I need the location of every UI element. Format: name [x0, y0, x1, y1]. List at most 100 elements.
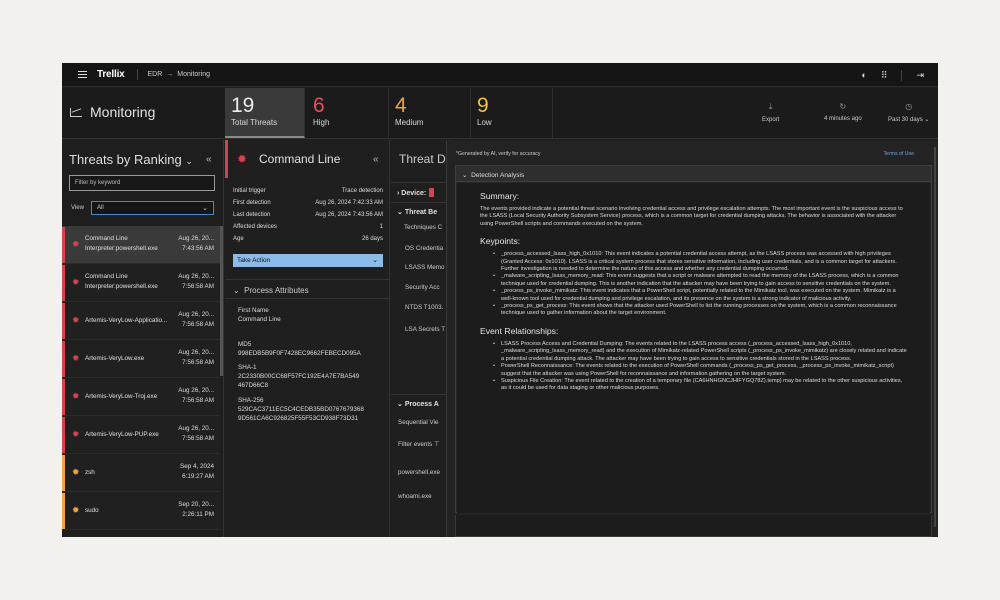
technique-item[interactable]: NTDS T1003. — [405, 304, 443, 311]
brand-logo: Trellix — [97, 69, 125, 80]
collapse-icon[interactable]: « — [373, 154, 379, 165]
threat-name-line: Command Line — [85, 273, 128, 280]
keypoint-item: _process_ps_invoke_mimikatz: This event … — [493, 288, 908, 303]
threats-panel-title[interactable]: Threats by Ranking ⌄ — [69, 152, 193, 167]
threat-row[interactable]: ✹ Command Line Interpreter:powershell.exe… — [62, 264, 220, 302]
refresh-icon: ↻ — [839, 102, 847, 111]
threat-name: Command Line Interpreter:powershell.exe — [85, 272, 175, 292]
keypoints-heading: Keypoints: — [480, 236, 521, 247]
divider — [901, 69, 903, 81]
threat-row[interactable]: ✹ Artemis-VeryLow-Troj.exe Aug 26, 20...… — [62, 378, 220, 416]
technique-item[interactable]: OS Credentia — [405, 245, 443, 252]
field-value: 26 days — [361, 236, 383, 242]
technique-item[interactable]: Security Acc — [405, 284, 440, 291]
threat-name: Artemis-VeryLow-Troj.exe — [85, 393, 158, 400]
device-section[interactable]: › Device: — [391, 182, 450, 200]
stat-total-threats[interactable]: 19 Total Threats — [225, 88, 305, 138]
detection-analysis-section: ⌄ Detection Analysis Summary: The events… — [455, 165, 932, 513]
severity-bar — [62, 417, 65, 453]
page-title: Monitoring — [70, 104, 155, 120]
apps-grid-icon[interactable]: ⠿ — [881, 70, 888, 81]
collapse-icon[interactable]: « — [206, 154, 212, 165]
scrollbar[interactable] — [220, 226, 223, 376]
process-section[interactable]: ⌄ Process A — [391, 394, 450, 412]
terms-of-use-link[interactable]: Terms of Use — [883, 151, 914, 157]
technique-item[interactable]: LSA Secrets T — [405, 326, 445, 333]
menu-icon[interactable] — [78, 71, 87, 78]
threat-behavior-section[interactable]: ⌄ Threat Be — [391, 202, 450, 220]
breadcrumb-arrow-icon: → — [166, 71, 174, 78]
page-header: Monitoring 19 Total Threats 6 High 4 Med… — [62, 88, 938, 139]
logout-icon[interactable]: ⇥ — [916, 70, 924, 81]
field-key: First detection — [233, 200, 271, 206]
breadcrumb-edr[interactable]: EDR — [148, 71, 163, 78]
theme-icon[interactable]: ◐ — [861, 70, 866, 80]
detection-analysis-body: Summary: The events provided indicate a … — [457, 183, 930, 513]
threat-date: Aug 26, 20... — [178, 425, 214, 432]
relationships-list: LSASS Process Access and Credential Dump… — [493, 341, 908, 393]
export-button[interactable]: ⤓ Export — [762, 102, 779, 123]
threat-row[interactable]: ✹ sudo Sep 20, 20... 2:26:11 PM — [62, 492, 220, 530]
process-attributes-section[interactable]: ⌄ Process Attributes — [225, 279, 389, 299]
severity-bar — [62, 341, 65, 377]
relationship-item: LSASS Process Access and Credential Dump… — [493, 341, 908, 363]
attr-label: MD5 — [238, 341, 252, 348]
process-item[interactable]: powershell.exe — [398, 469, 440, 476]
threat-datetime: Aug 26, 20... 7:56:58 AM — [178, 424, 214, 444]
chevron-right-icon: › — [397, 190, 400, 197]
top-bar: Trellix EDR → Monitoring ◐ ⠿ ⇥ — [62, 63, 938, 87]
time-range-dropdown[interactable]: ◷ Past 30 days ⌄ — [888, 102, 929, 123]
breadcrumb-monitoring: Monitoring — [177, 71, 210, 78]
refresh-button[interactable]: ↻ 4 minutes ago — [824, 102, 862, 122]
detection-analysis-header[interactable]: ⌄ Detection Analysis — [456, 166, 931, 182]
threat-detail-panel: ✹ Command Line « Initial trigger Trace de… — [225, 140, 390, 537]
threat-date: Sep 20, 20... — [178, 501, 214, 508]
app-window: Trellix EDR → Monitoring ◐ ⠿ ⇥ Monitorin… — [62, 63, 938, 537]
threat-bug-icon: ✹ — [72, 505, 80, 515]
chevron-down-icon: ⌄ — [462, 172, 468, 179]
filter-events-button[interactable]: Filter events ⊤ — [398, 441, 440, 448]
attr-label: SHA-1 — [238, 364, 257, 371]
sequential-view-tab[interactable]: Sequential Vie — [398, 419, 439, 426]
threat-date: Aug 26, 20... — [178, 273, 214, 280]
stat-label: Low — [477, 118, 492, 127]
chevron-down-icon: ⌄ — [233, 286, 240, 295]
threat-row[interactable]: ✹ Artemis-VeryLow-Applicatio... Aug 26, … — [62, 302, 220, 340]
threat-datetime: Aug 26, 20... 7:56:58 AM — [178, 272, 214, 292]
threat-time: 7:56:58 AM — [182, 397, 214, 404]
section-title: Process Attributes — [244, 286, 309, 295]
field-last-detection: Last detection Aug 26, 2024 7:43:56 AM — [233, 212, 383, 218]
threat-time: 6:19:27 AM — [182, 473, 214, 480]
stat-low[interactable]: 9 Low — [471, 88, 553, 138]
severity-bar — [62, 455, 65, 491]
attr-value: 9D561CA6C926825F55F53CD938F73D31 — [238, 415, 359, 422]
filter-input[interactable]: Filter by keyword — [69, 175, 215, 191]
view-select[interactable]: All ⌄ — [91, 201, 214, 215]
threat-name: Command Line Interpreter:powershell.exe — [85, 234, 175, 254]
threat-row[interactable]: ✹ Command Line Interpreter:powershell.exe… — [62, 226, 220, 264]
take-action-dropdown[interactable]: Take Action ⌄ — [233, 254, 383, 267]
keypoints-list: _process_accessed_lsass_high_0x1010: Thi… — [493, 251, 908, 318]
stat-medium[interactable]: 4 Medium — [389, 88, 471, 138]
threat-row[interactable]: ✹ Artemis-VeryLow-PUP.exe Aug 26, 20... 7… — [62, 416, 220, 454]
threat-bug-icon: ✹ — [72, 239, 80, 249]
severity-bar — [62, 493, 65, 529]
threat-row[interactable]: ✹ Artemis-VeryLow.exe Aug 26, 20... 7:56:… — [62, 340, 220, 378]
stat-high[interactable]: 6 High — [307, 88, 389, 138]
scrollbar[interactable] — [934, 147, 936, 527]
threat-bug-icon: ✹ — [72, 391, 80, 401]
threat-row[interactable]: ✹ zsh Sep 4, 2024 6:19:27 AM — [62, 454, 220, 492]
first-name-attr: First Name Command Line — [238, 306, 281, 324]
process-item[interactable]: whoami.exe — [398, 493, 432, 500]
section-title: Process A — [404, 401, 439, 408]
threat-bug-icon: ✹ — [72, 277, 80, 287]
technique-item[interactable]: LSASS Memo — [405, 264, 445, 271]
refresh-label: 4 minutes ago — [824, 116, 862, 122]
threat-bug-icon: ✹ — [72, 429, 80, 439]
relationship-item: Suspicious File Creation: The event rela… — [493, 378, 908, 393]
techniques-item[interactable]: Techniques C — [404, 224, 442, 231]
threat-time: 7:56:58 AM — [182, 435, 214, 442]
threat-time: 2:26:11 PM — [182, 511, 214, 518]
threat-datetime: Aug 26, 20... 7:56:58 AM — [178, 386, 214, 406]
clock-icon: ◷ — [905, 102, 913, 111]
